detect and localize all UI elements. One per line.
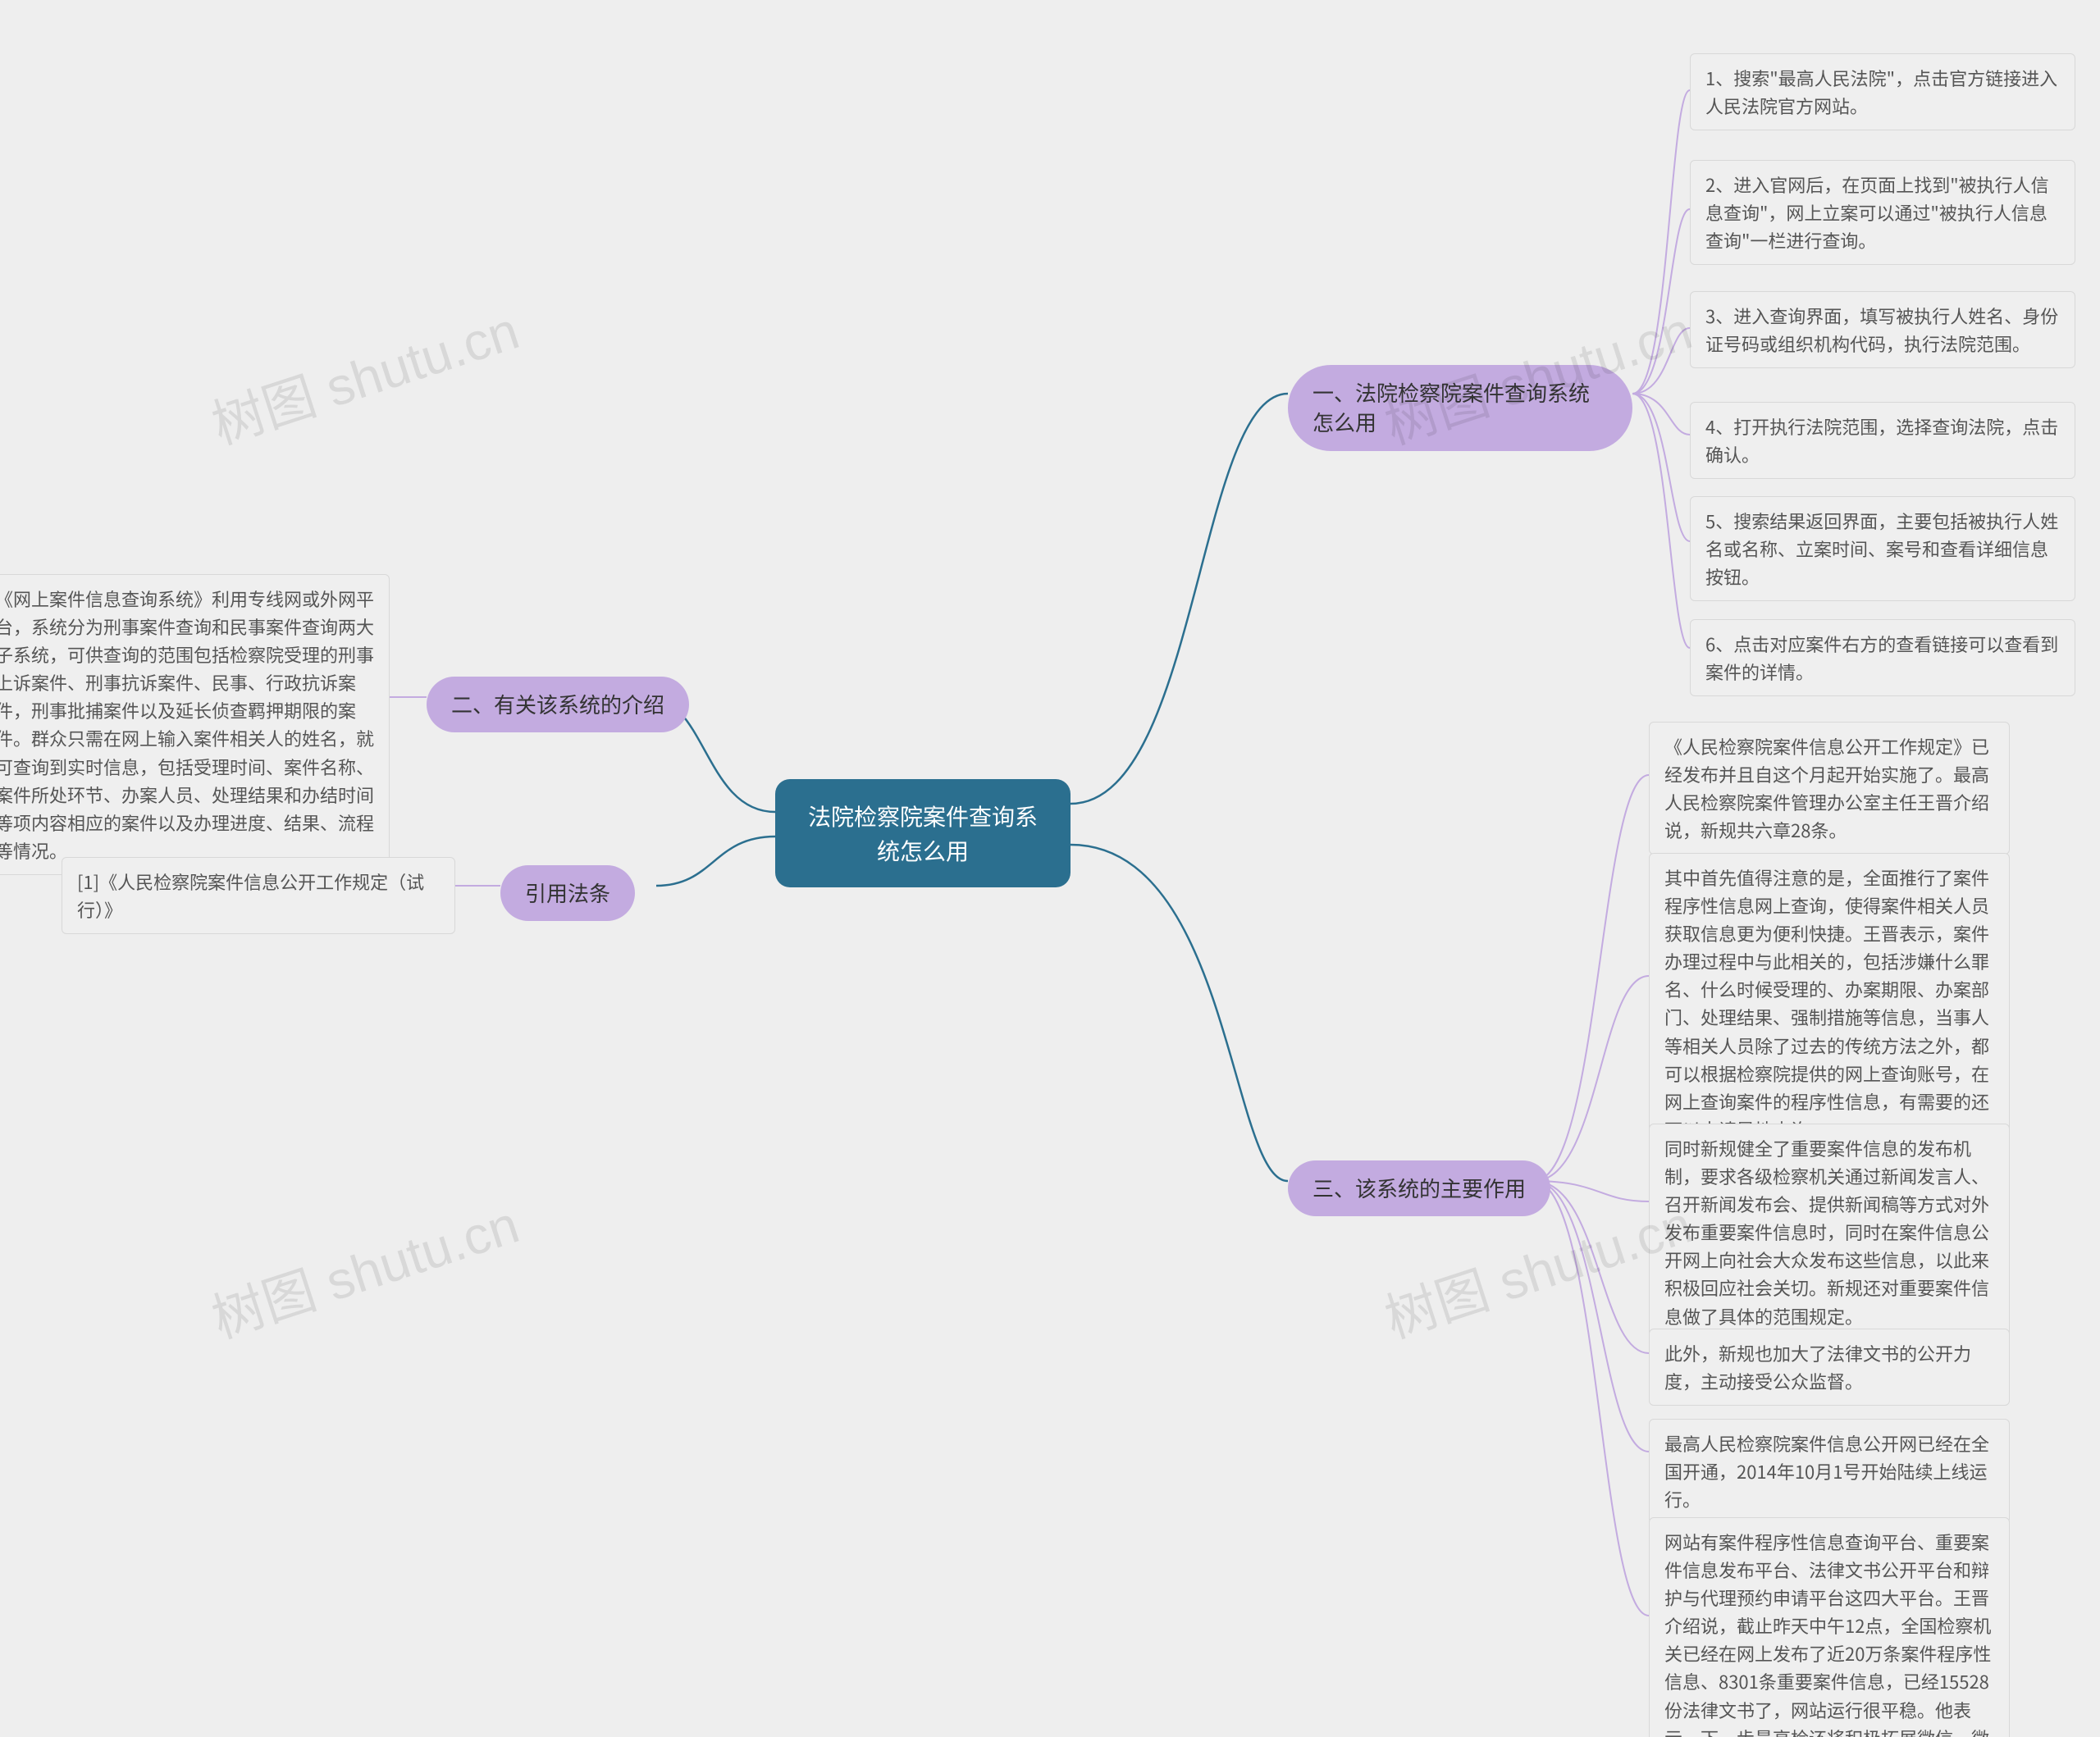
leaf-s3-item-3[interactable]: 同时新规健全了重要案件信息的发布机制，要求各级检察机关通过新闻发言人、召开新闻发… [1649,1124,2010,1341]
leaf-s1-item-2[interactable]: 2、进入官网后，在页面上找到"被执行人信息查询"，网上立案可以通过"被执行人信息… [1690,160,2075,265]
leaf-s3-item-1[interactable]: 《人民检察院案件信息公开工作规定》已经发布并且自这个月起开始实施了。最高人民检察… [1649,722,2010,855]
watermark-text: 树图 shutu.cn [201,289,527,458]
leaf-section-2-content: 《网上案件信息查询系统》利用专线网或外网平台，系统分为刑事案件查询和民事案件查询… [0,586,374,864]
leaf-s3-item-6[interactable]: 网站有案件程序性信息查询平台、重要案件信息发布平台、法律文书公开平台和辩护与代理… [1649,1517,2010,1737]
leaf-s3-item-5[interactable]: 最高人民检察院案件信息公开网已经在全国开通，2014年10月1号开始陆续上线运行… [1649,1419,2010,1524]
leaf-s3-item-1-text: 《人民检察院案件信息公开工作规定》已经发布并且自这个月起开始实施了。最高人民检察… [1664,733,1989,843]
leaf-s1-item-1-text: 1、搜索"最高人民法院"，点击官方链接进入人民法院官方网站。 [1705,65,2057,119]
branch-section-3-label: 三、该系统的主要作用 [1312,1173,1526,1203]
branch-reference-label: 引用法条 [525,878,610,908]
branch-section-1-label: 一、法院检察院案件查询系统怎么用 [1312,377,1590,437]
leaf-s1-item-4-text: 4、打开执行法院范围，选择查询法院，点击确认。 [1705,413,2058,467]
leaf-s1-item-3-text: 3、进入查询界面，填写被执行人姓名、身份证号码或组织机构代码，执行法院范围。 [1705,303,2058,357]
watermark-text: 树图 shutu.cn [201,1183,527,1352]
branch-section-1[interactable]: 一、法院检察院案件查询系统怎么用 [1288,365,1632,451]
leaf-reference-text[interactable]: [1]《人民检察院案件信息公开工作规定（试行）》 [62,857,455,934]
branch-reference[interactable]: 引用法条 [500,865,635,921]
branch-section-3[interactable]: 三、该系统的主要作用 [1288,1160,1550,1216]
leaf-reference-content: [1]《人民检察院案件信息公开工作规定（试行）》 [77,868,424,923]
center-node[interactable]: 法院检察院案件查询系统怎么用 [775,779,1071,887]
branch-section-2[interactable]: 二、有关该系统的介绍 [427,677,689,732]
branch-section-2-label: 二、有关该系统的介绍 [451,689,664,719]
leaf-s3-item-2[interactable]: 其中首先值得注意的是，全面推行了案件程序性信息网上查询，使得案件相关人员获取信息… [1649,853,2010,1154]
leaf-s1-item-3[interactable]: 3、进入查询界面，填写被执行人姓名、身份证号码或组织机构代码，执行法院范围。 [1690,291,2075,368]
leaf-s1-item-5[interactable]: 5、搜索结果返回界面，主要包括被执行人姓名或名称、立案时间、案号和查看详细信息按… [1690,496,2075,601]
leaf-s1-item-6[interactable]: 6、点击对应案件右方的查看链接可以查看到案件的详情。 [1690,619,2075,696]
leaf-s3-item-2-text: 其中首先值得注意的是，全面推行了案件程序性信息网上查询，使得案件相关人员获取信息… [1664,864,1989,1142]
leaf-s3-item-3-text: 同时新规健全了重要案件信息的发布机制，要求各级检察机关通过新闻发言人、召开新闻发… [1664,1135,1989,1329]
leaf-s1-item-4[interactable]: 4、打开执行法院范围，选择查询法院，点击确认。 [1690,402,2075,479]
leaf-s1-item-6-text: 6、点击对应案件右方的查看链接可以查看到案件的详情。 [1705,631,2058,685]
leaf-s3-item-4[interactable]: 此外，新规也加大了法律文书的公开力度，主动接受公众监督。 [1649,1329,2010,1406]
leaf-s1-item-2-text: 2、进入官网后，在页面上找到"被执行人信息查询"，网上立案可以通过"被执行人信息… [1705,171,2049,253]
leaf-s3-item-4-text: 此外，新规也加大了法律文书的公开力度，主动接受公众监督。 [1664,1340,1971,1394]
leaf-section-2-text[interactable]: 《网上案件信息查询系统》利用专线网或外网平台，系统分为刑事案件查询和民事案件查询… [0,574,390,875]
center-title: 法院检察院案件查询系统怎么用 [808,800,1038,867]
leaf-s1-item-1[interactable]: 1、搜索"最高人民法院"，点击官方链接进入人民法院官方网站。 [1690,53,2075,130]
leaf-s3-item-6-text: 网站有案件程序性信息查询平台、重要案件信息发布平台、法律文书公开平台和辩护与代理… [1664,1529,1991,1737]
leaf-s1-item-5-text: 5、搜索结果返回界面，主要包括被执行人姓名或名称、立案时间、案号和查看详细信息按… [1705,508,2058,590]
leaf-s3-item-5-text: 最高人民检察院案件信息公开网已经在全国开通，2014年10月1号开始陆续上线运行… [1664,1430,1989,1512]
